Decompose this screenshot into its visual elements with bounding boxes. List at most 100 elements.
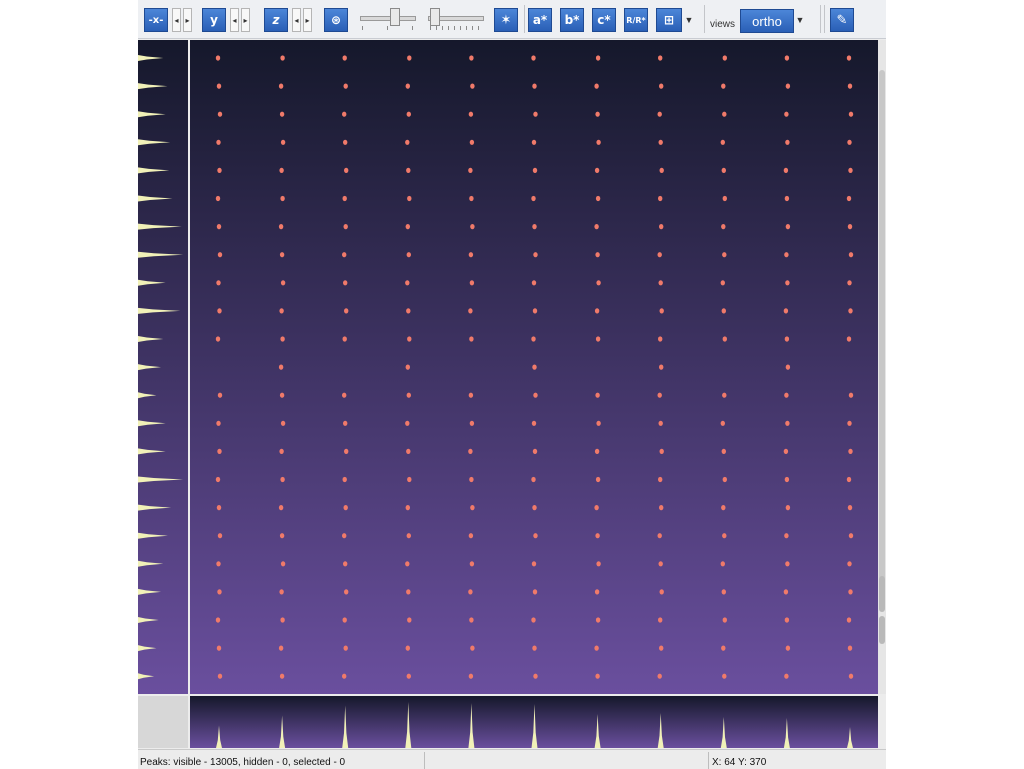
bragg-peak[interactable]	[658, 561, 663, 567]
bragg-peak[interactable]	[594, 308, 600, 314]
bragg-peak[interactable]	[533, 252, 538, 258]
bragg-peak[interactable]	[469, 617, 474, 623]
bragg-peak[interactable]	[531, 420, 537, 426]
bragg-peak[interactable]	[721, 505, 726, 511]
bragg-peak[interactable]	[407, 476, 412, 483]
bragg-peak[interactable]	[659, 308, 664, 314]
bragg-peak[interactable]	[785, 280, 790, 286]
bragg-peak[interactable]	[405, 83, 410, 89]
bragg-peak[interactable]	[846, 617, 852, 623]
b-star-button[interactable]: b*	[560, 8, 584, 32]
bragg-peak[interactable]	[215, 336, 221, 342]
bragg-peak[interactable]	[468, 673, 474, 679]
bragg-peak[interactable]	[595, 392, 600, 398]
bragg-peak[interactable]	[846, 55, 852, 61]
z-axis-rotate-left-button[interactable]: ◂	[292, 8, 301, 32]
bragg-peak[interactable]	[595, 252, 600, 258]
bragg-peak[interactable]	[216, 505, 222, 511]
bragg-peak[interactable]	[846, 195, 852, 202]
bragg-peak[interactable]	[217, 167, 222, 173]
bragg-peak[interactable]	[722, 533, 727, 539]
bragg-peak[interactable]	[469, 280, 475, 286]
star-button[interactable]: ✶	[494, 8, 518, 32]
bragg-peak[interactable]	[596, 420, 601, 426]
bragg-peak[interactable]	[785, 83, 791, 89]
bragg-peak[interactable]	[532, 448, 538, 454]
bragg-peak[interactable]	[783, 308, 789, 314]
bragg-peak[interactable]	[215, 195, 221, 202]
bragg-peak[interactable]	[278, 83, 284, 89]
bragg-peak[interactable]	[721, 589, 726, 595]
bragg-peak[interactable]	[279, 111, 285, 117]
bragg-peak[interactable]	[342, 533, 347, 539]
bragg-peak[interactable]	[280, 420, 286, 426]
bragg-peak[interactable]	[533, 533, 538, 539]
bragg-peak[interactable]	[407, 617, 412, 623]
bragg-peak[interactable]	[217, 533, 223, 539]
bragg-peak[interactable]	[406, 111, 411, 117]
views-dropdown-arrow[interactable]: ▼	[795, 8, 805, 32]
bragg-peak[interactable]	[596, 561, 601, 567]
bragg-peak[interactable]	[594, 505, 599, 511]
bragg-peak[interactable]	[783, 167, 789, 173]
bragg-peak[interactable]	[279, 448, 284, 454]
scrollbar-thumb[interactable]	[879, 576, 885, 612]
bragg-peak[interactable]	[657, 252, 662, 258]
bragg-peak[interactable]	[847, 561, 852, 567]
bragg-peak[interactable]	[407, 336, 412, 342]
bragg-peak[interactable]	[216, 561, 221, 567]
bragg-peak[interactable]	[532, 645, 537, 651]
bragg-peak[interactable]	[280, 55, 285, 61]
bragg-peak[interactable]	[216, 224, 222, 230]
bragg-peak[interactable]	[216, 420, 221, 426]
bragg-peak[interactable]	[342, 392, 347, 398]
bragg-peak[interactable]	[215, 617, 221, 623]
bragg-peak[interactable]	[785, 364, 791, 370]
bragg-peak[interactable]	[595, 617, 601, 623]
bragg-peak[interactable]	[784, 55, 790, 61]
bragg-peak[interactable]	[659, 224, 664, 230]
bragg-peak[interactable]	[406, 589, 411, 595]
bragg-peak[interactable]	[847, 139, 852, 145]
bragg-peak[interactable]	[469, 195, 474, 202]
bragg-peak[interactable]	[720, 139, 725, 145]
bragg-peak[interactable]	[595, 673, 600, 679]
bragg-peak[interactable]	[217, 589, 222, 595]
bragg-peak[interactable]	[344, 167, 349, 173]
bragg-peak[interactable]	[405, 139, 410, 145]
bragg-peak[interactable]	[785, 139, 790, 145]
bragg-peak[interactable]	[848, 673, 854, 679]
bragg-peak[interactable]	[280, 280, 286, 286]
bragg-peak[interactable]	[657, 673, 662, 679]
bragg-peak[interactable]	[405, 561, 410, 567]
bragg-peak[interactable]	[659, 83, 664, 89]
bragg-peak[interactable]	[531, 55, 536, 61]
bragg-peak[interactable]	[720, 420, 725, 426]
bragg-peak[interactable]	[531, 195, 536, 202]
reciprocal-sphere-button[interactable]: ⊛	[324, 8, 348, 32]
bragg-peak[interactable]	[469, 55, 474, 61]
bragg-peak[interactable]	[722, 55, 727, 61]
bragg-peak[interactable]	[785, 505, 791, 511]
bragg-peak[interactable]	[468, 252, 474, 258]
bragg-peak[interactable]	[342, 336, 347, 342]
bragg-peak[interactable]	[721, 448, 726, 454]
y-axis-rotate-right-button[interactable]: ▸	[241, 8, 250, 32]
bragg-peak[interactable]	[405, 505, 410, 511]
bragg-peak[interactable]	[657, 533, 662, 539]
views-select[interactable]: ortho	[740, 9, 794, 33]
bragg-peak[interactable]	[658, 336, 663, 342]
bragg-peak[interactable]	[720, 561, 725, 567]
bragg-peak[interactable]	[848, 167, 853, 173]
bragg-peak[interactable]	[846, 476, 852, 483]
bragg-peak[interactable]	[594, 83, 599, 89]
bragg-peak[interactable]	[721, 83, 726, 89]
bragg-peak[interactable]	[848, 308, 853, 314]
bragg-peak[interactable]	[280, 336, 285, 342]
bragg-peak[interactable]	[343, 83, 348, 89]
bragg-peak[interactable]	[721, 645, 726, 651]
bragg-peak[interactable]	[783, 448, 789, 454]
vertical-scrollbar[interactable]	[878, 40, 886, 694]
bragg-peak[interactable]	[847, 83, 853, 89]
z-axis-rotate-right-button[interactable]: ▸	[303, 8, 312, 32]
